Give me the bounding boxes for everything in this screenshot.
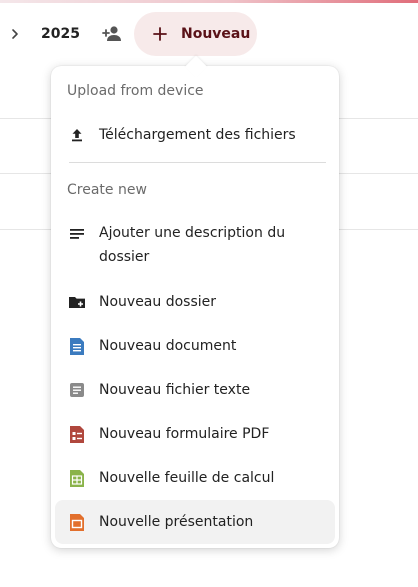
new-folder-icon [67,292,87,312]
menu-separator [69,162,326,163]
menu-item-new-pdf-form[interactable]: Nouveau formulaire PDF [55,412,335,454]
menu-item-label: Nouveau fichier texte [99,382,251,398]
new-button[interactable]: Nouveau [134,12,257,56]
breadcrumb-current-folder[interactable]: 2025 [41,24,80,44]
share-button[interactable] [98,20,126,48]
page: 2025 Nouveau Upload from device Téléchar… [0,0,418,587]
new-button-label: Nouveau [181,26,251,42]
new-item-menu: Upload from device Téléchargement des fi… [51,66,339,548]
text-file-icon [67,380,87,400]
pdf-form-icon [67,424,87,444]
menu-item-label: Nouveau document [99,338,237,354]
spreadsheet-icon [67,468,87,488]
chevron-right-icon [6,25,24,43]
menu-item-label: Nouvelle feuille de calcul [99,470,275,486]
menu-item-label: Téléchargement des fichiers [99,127,296,143]
menu-item-label: Ajouter une description du dossier [99,225,286,265]
menu-item-new-presentation[interactable]: Nouvelle présentation [55,500,335,544]
menu-item-new-text-file[interactable]: Nouveau fichier texte [55,368,335,410]
upload-icon [67,125,87,145]
menu-item-label: Nouveau formulaire PDF [99,426,270,442]
menu-item-label: Nouveau dossier [99,294,217,310]
menu-item-new-folder[interactable]: Nouveau dossier [55,280,335,322]
add-user-icon [101,25,123,43]
menu-item-new-document[interactable]: Nouveau document [55,324,335,366]
presentation-icon [67,512,87,532]
breadcrumb-toolbar: 2025 Nouveau [0,12,418,56]
top-accent-strip [0,0,418,3]
menu-item-label: Nouvelle présentation [99,514,254,530]
create-section-caption: Create new [67,182,147,198]
document-icon [67,336,87,356]
plus-icon [151,25,169,43]
menu-item-new-spreadsheet[interactable]: Nouvelle feuille de calcul [55,456,335,498]
menu-item-upload-files[interactable]: Téléchargement des fichiers [55,113,335,155]
menu-item-add-description[interactable]: Ajouter une description du dossier [55,212,335,274]
description-icon [67,224,87,244]
upload-section-caption: Upload from device [67,83,204,99]
